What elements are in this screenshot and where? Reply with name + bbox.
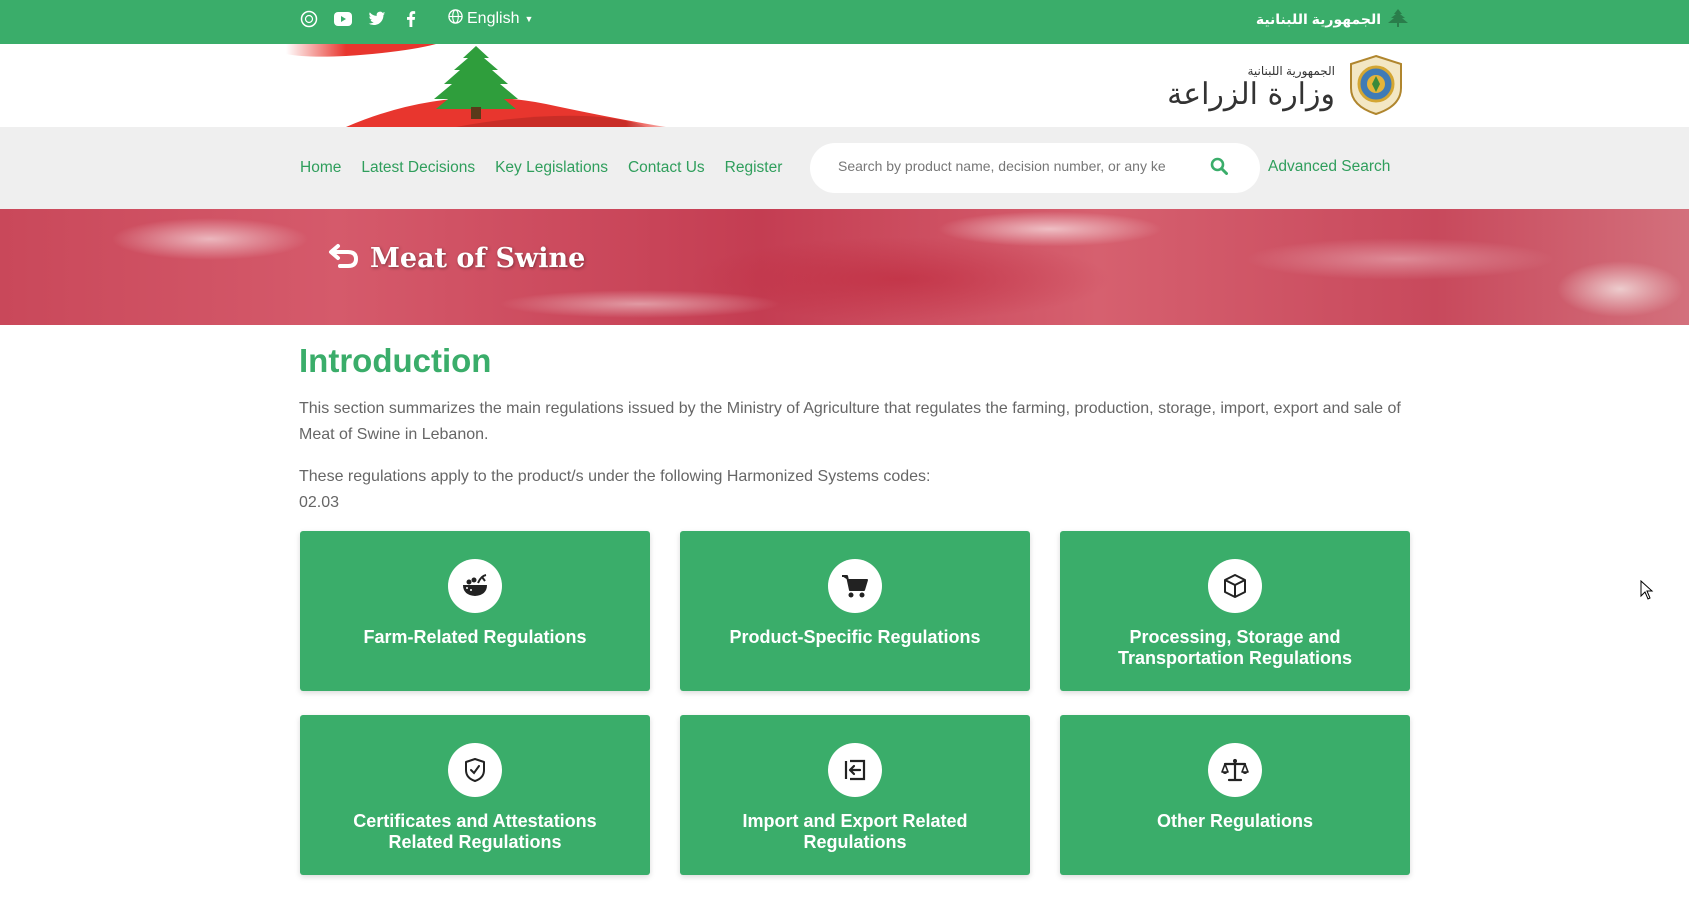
banner-title-group: Meat of Swine	[328, 242, 585, 275]
nav-latest-decisions[interactable]: Latest Decisions	[361, 159, 475, 177]
mouse-cursor-icon	[1640, 579, 1654, 605]
hs-codes-block: These regulations apply to the product/s…	[299, 464, 1409, 516]
regulation-cards: Farm-Related Regulations Product-Specifi…	[300, 531, 1410, 875]
nav-register[interactable]: Register	[725, 159, 783, 177]
hs-code-value: 02.03	[299, 494, 340, 511]
language-selector[interactable]: English ▼	[448, 9, 533, 29]
card-certificates[interactable]: Certificates and Attestations Related Re…	[300, 715, 650, 875]
main-nav-bar: Home Latest Decisions Key Legislations C…	[0, 127, 1689, 209]
farm-bowl-icon	[448, 559, 502, 613]
ministry-name-text: وزارة الزراعة	[1167, 76, 1335, 112]
cedar-icon	[1387, 9, 1409, 30]
republic-label: الجمهورية اللبنانية	[1255, 11, 1381, 27]
caret-down-icon: ▼	[524, 14, 534, 24]
cart-icon	[828, 559, 882, 613]
globe-icon	[448, 9, 463, 29]
search-input[interactable]	[838, 158, 1190, 174]
card-label: Processing, Storage and Transportation R…	[1117, 627, 1353, 668]
nav-home[interactable]: Home	[300, 159, 341, 177]
social-links	[299, 9, 421, 29]
card-label: Certificates and Attestations Related Re…	[353, 811, 597, 852]
search-box	[810, 143, 1260, 193]
card-label: Product-Specific Regulations	[729, 627, 981, 647]
advanced-search-link[interactable]: Advanced Search	[1268, 158, 1390, 176]
card-product-specific[interactable]: Product-Specific Regulations	[680, 531, 1030, 691]
youtube-icon[interactable]	[333, 9, 353, 29]
language-label: English	[467, 10, 520, 27]
top-bar: English ▼ الجمهورية اللبنانية	[0, 0, 1689, 44]
card-label: Import and Export Related Regulations	[742, 811, 968, 852]
banner-title: Meat of Swine	[370, 243, 586, 274]
introduction-heading: Introduction	[299, 342, 492, 379]
ministry-seal-icon[interactable]	[299, 9, 319, 29]
hs-codes-text: These regulations apply to the product/s…	[299, 468, 931, 485]
nav-contact-us[interactable]: Contact Us	[628, 159, 705, 177]
main-nav: Home Latest Decisions Key Legislations C…	[300, 159, 782, 177]
site-header: الجمهورية اللبنانية وزارة الزراعة	[0, 44, 1689, 127]
card-label: Farm-Related Regulations	[363, 627, 587, 647]
twitter-icon[interactable]	[367, 9, 387, 29]
lebanese-flag-image	[286, 44, 686, 127]
box-icon	[1208, 559, 1262, 613]
facebook-icon[interactable]	[401, 9, 421, 29]
product-banner: Meat of Swine	[0, 209, 1689, 325]
nav-key-legislations[interactable]: Key Legislations	[495, 159, 608, 177]
card-other[interactable]: Other Regulations	[1060, 715, 1410, 875]
republic-label-group: الجمهورية اللبنانية	[1256, 9, 1409, 30]
card-farm-related[interactable]: Farm-Related Regulations	[300, 531, 650, 691]
ministry-logo-group[interactable]: الجمهورية اللبنانية وزارة الزراعة	[1167, 54, 1407, 121]
ministry-text: الجمهورية اللبنانية وزارة الزراعة	[1167, 64, 1335, 112]
import-icon	[828, 743, 882, 797]
ministry-emblem-icon	[1345, 54, 1407, 121]
back-arrow-icon[interactable]	[328, 242, 360, 275]
card-processing-storage[interactable]: Processing, Storage and Transportation R…	[1060, 531, 1410, 691]
scales-icon	[1208, 743, 1262, 797]
shield-check-icon	[448, 743, 502, 797]
search-icon[interactable]	[1210, 157, 1232, 179]
ministry-republic-text: الجمهورية اللبنانية	[1247, 63, 1335, 78]
card-import-export[interactable]: Import and Export Related Regulations	[680, 715, 1030, 875]
card-label: Other Regulations	[1156, 811, 1313, 831]
introduction-paragraph: This section summarizes the main regulat…	[299, 400, 1401, 443]
